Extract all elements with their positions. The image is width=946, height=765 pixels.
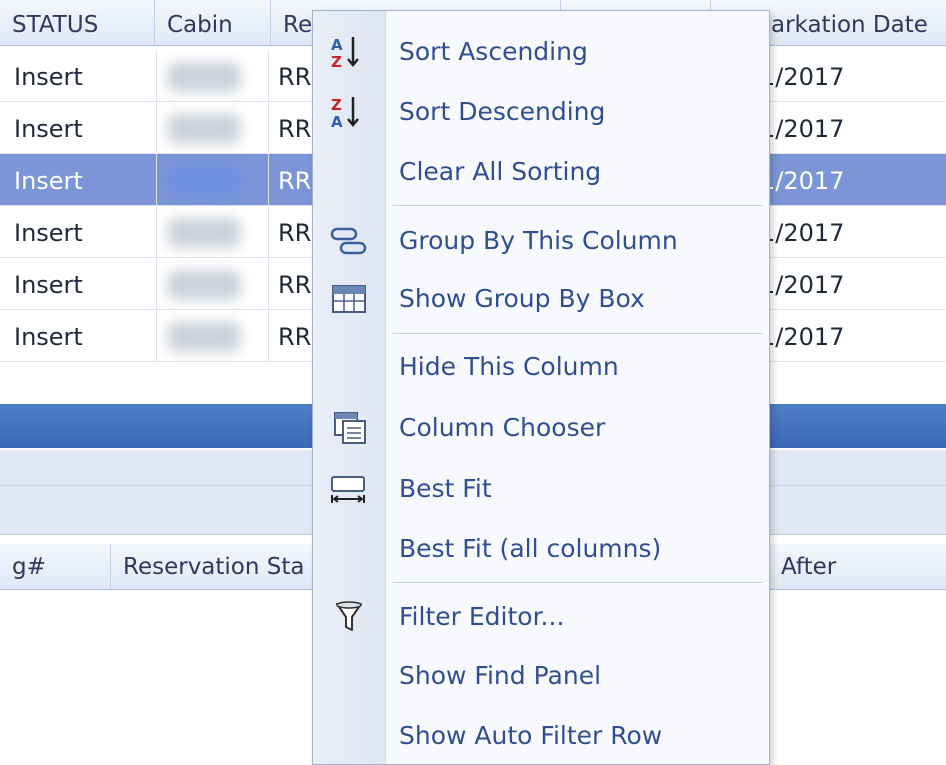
menu-item-label: Sort Ascending <box>399 37 588 66</box>
column-header-label: Reservation Sta <box>123 554 305 580</box>
menu-separator <box>393 205 763 206</box>
column-header-label: STATUS <box>12 12 99 38</box>
menu-item-label: Column Chooser <box>399 413 606 442</box>
menu-item-show-group-by-box[interactable]: Show Group By Box <box>313 271 769 327</box>
group-by-box-icon <box>332 285 366 313</box>
sort-descending-icon: Z A <box>331 96 359 130</box>
menu-item-clear-all-sorting[interactable]: Clear All Sorting <box>313 144 769 200</box>
menu-item-show-find-panel[interactable]: Show Find Panel <box>313 648 769 704</box>
embarkation-date-cell: 1/2017 <box>760 323 845 351</box>
menu-item-label: Best Fit <box>399 474 492 503</box>
embarkation-date-cell: 1/2017 <box>760 63 845 91</box>
cabin-cell <box>156 310 269 362</box>
redacted-value <box>167 114 241 144</box>
cabin-cell <box>156 102 269 154</box>
column-header-label: Re <box>283 12 313 38</box>
embarkation-date-cell: 1/2017 <box>760 219 845 247</box>
menu-item-sort-descending[interactable]: Z A Sort Descending <box>313 84 769 140</box>
menu-item-label: Clear All Sorting <box>399 157 602 186</box>
menu-separator <box>393 333 763 334</box>
redacted-value <box>167 218 241 248</box>
status-cell: Insert <box>14 115 83 143</box>
svg-text:Z: Z <box>331 53 342 70</box>
column-chooser-icon <box>334 412 366 444</box>
redacted-value <box>167 62 241 92</box>
svg-text:Z: Z <box>331 96 342 114</box>
lower-column-header-booking[interactable]: g# <box>0 544 110 590</box>
status-cell: Insert <box>14 323 83 351</box>
menu-item-label: Show Group By Box <box>399 284 645 313</box>
svg-text:A: A <box>331 113 343 130</box>
embarkation-date-cell: 1/2017 <box>760 115 845 143</box>
menu-item-sort-ascending[interactable]: A Z Sort Ascending <box>313 24 769 80</box>
menu-item-best-fit-all-columns[interactable]: Best Fit (all columns) <box>313 521 769 577</box>
menu-item-hide-this-column[interactable]: Hide This Column <box>313 339 769 395</box>
column-context-menu: A Z Sort Ascending Z A Sort Descending C… <box>312 10 770 765</box>
menu-item-label: Filter Editor... <box>399 602 565 631</box>
menu-item-show-auto-filter-row[interactable]: Show Auto Filter Row <box>313 708 769 764</box>
embarkation-date-cell: 1/2017 <box>760 271 845 299</box>
menu-item-label: Show Find Panel <box>399 661 602 690</box>
menu-item-label: Hide This Column <box>399 352 619 381</box>
menu-item-label: Show Auto Filter Row <box>399 721 663 750</box>
cabin-cell <box>156 154 269 206</box>
filter-icon <box>336 601 362 631</box>
redacted-value <box>167 270 241 300</box>
menu-item-label: Group By This Column <box>399 226 678 255</box>
column-header-label: g# <box>12 554 46 580</box>
menu-item-label: Sort Descending <box>399 97 606 126</box>
cabin-cell <box>156 258 269 310</box>
column-header-cabin[interactable]: Cabin <box>154 0 270 46</box>
status-cell: Insert <box>14 63 83 91</box>
menu-item-column-chooser[interactable]: Column Chooser <box>313 400 769 456</box>
group-by-column-icon <box>330 227 367 255</box>
sort-ascending-icon: A Z <box>331 36 359 70</box>
column-header-status[interactable]: STATUS <box>0 0 154 46</box>
menu-item-label: Best Fit (all columns) <box>399 534 662 563</box>
redacted-value <box>167 166 241 196</box>
menu-item-best-fit[interactable]: Best Fit <box>313 461 769 517</box>
cabin-cell <box>156 206 269 258</box>
best-fit-icon <box>331 476 365 503</box>
column-header-label: arkation Date <box>771 12 928 38</box>
embarkation-date-cell: 1/2017 <box>760 167 845 195</box>
svg-text:A: A <box>331 36 343 54</box>
cabin-cell <box>156 50 269 102</box>
menu-separator <box>393 582 763 583</box>
column-header-label: Cabin <box>167 12 233 38</box>
status-cell: Insert <box>14 219 83 247</box>
status-cell: Insert <box>14 167 83 195</box>
status-cell: Insert <box>14 271 83 299</box>
menu-item-filter-editor[interactable]: Filter Editor... <box>313 589 769 645</box>
menu-item-group-by-this-column[interactable]: Group By This Column <box>313 213 769 269</box>
redacted-value <box>167 322 241 352</box>
column-header-label: After <box>781 554 837 580</box>
